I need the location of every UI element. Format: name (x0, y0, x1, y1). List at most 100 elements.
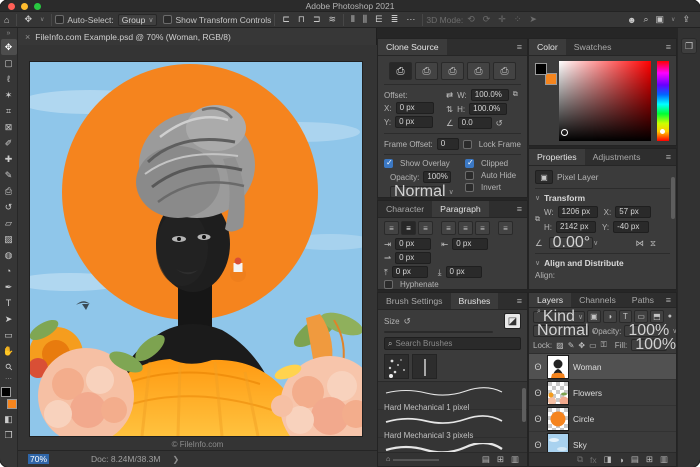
brushes-menu-icon[interactable]: ≡ (517, 293, 527, 309)
offset-x-field[interactable]: 0 px (395, 102, 434, 114)
new-layer-icon[interactable]: ⊞ (646, 454, 653, 465)
layer-filter-toggle-icon[interactable]: ● (668, 313, 672, 320)
account-icon[interactable]: ☻ (627, 15, 636, 25)
left-indent-field[interactable]: 0 px (395, 238, 432, 250)
home-icon[interactable]: ⌂ (0, 15, 13, 25)
brush-list-scrollbar[interactable] (522, 388, 526, 422)
clone-stamp-tool[interactable]: ⎙ (1, 183, 17, 199)
lock-artboard-icon[interactable]: ▭ (589, 341, 597, 350)
reset-transform-icon[interactable]: ↺ (496, 118, 503, 129)
tab-swatches[interactable]: Swatches (566, 39, 620, 55)
brush-tool[interactable]: ✎ (1, 167, 17, 183)
flip-horizontal-icon[interactable]: ⋈ (636, 238, 645, 249)
distribute-vertical-icon[interactable]: ⫼ (359, 14, 371, 25)
justify-all-button[interactable]: ≡ (498, 221, 513, 235)
tab-paths[interactable]: Paths (624, 293, 662, 307)
color-foreground-swatch[interactable] (535, 63, 547, 75)
paragraph-menu-icon[interactable]: ≡ (517, 201, 527, 217)
gradient-tool[interactable]: ▨ (1, 231, 17, 247)
fill-dropdown[interactable]: 100%∨ (631, 336, 676, 353)
screen-mode-button[interactable]: ❒ (1, 427, 17, 443)
path-selection-tool[interactable]: ➤ (1, 311, 17, 327)
transform-h-field[interactable]: 2142 px (556, 221, 596, 233)
pen-tool[interactable]: ✒ (1, 279, 17, 295)
layer-thumbnail-flowers[interactable] (548, 381, 568, 404)
saturation-brightness-square[interactable] (559, 61, 651, 141)
blur-tool[interactable]: ◍ (1, 247, 17, 263)
layer-row-flowers[interactable]: ʘ Flowers (529, 380, 676, 406)
right-indent-field[interactable]: 0 px (452, 238, 489, 250)
offset-y-field[interactable]: 0 px (395, 116, 434, 128)
overlay-blend-dropdown[interactable]: Normal ∨ (390, 183, 454, 197)
thumbnail-size-slider[interactable]: ⌂ (386, 456, 390, 463)
lock-frame-checkbox[interactable] (462, 139, 472, 149)
hue-marker[interactable] (660, 129, 665, 134)
brush-tip-thumbnail-2[interactable] (412, 354, 437, 379)
w-field[interactable]: 100.0% (470, 89, 509, 101)
layer-thumbnail-woman[interactable] (548, 355, 568, 378)
first-line-indent-field[interactable]: 0 px (395, 252, 432, 264)
color-cursor[interactable] (561, 129, 568, 136)
document-tab[interactable]: × FileInfo.com Example.psd @ 70% (Woman,… (18, 28, 377, 45)
brush-item[interactable]: Hard Mechanical 1 pixel (378, 382, 527, 412)
tab-color[interactable]: Color (529, 39, 566, 55)
delete-brush-icon[interactable]: ▥ (511, 454, 519, 465)
lock-position-icon[interactable]: ✥ (578, 341, 585, 350)
move-tool-icon[interactable]: ✥ (20, 14, 36, 25)
type-tool[interactable]: T (1, 295, 17, 311)
clone-source-3-button[interactable]: ⎙ (441, 62, 464, 80)
libraries-panel-icon[interactable]: ❐ (681, 38, 697, 54)
lock-all-icon[interactable]: ⚿ (601, 340, 607, 350)
tab-character[interactable]: Character (378, 201, 432, 217)
align-left-edges-icon[interactable]: ⊏ (278, 14, 294, 25)
clone-source-2-button[interactable]: ⎙ (415, 62, 438, 80)
pasteboard[interactable]: © FileInfo.com (15, 45, 380, 456)
distribute-heights-icon[interactable]: ≣ (387, 14, 403, 25)
layer-row-circle[interactable]: ʘ Circle (529, 406, 676, 432)
brush-item[interactable]: Hard Mechanical 3 pixels (378, 410, 527, 440)
crop-tool[interactable]: ⌗ (1, 103, 17, 119)
maintain-aspect-icon[interactable]: ⧉ (513, 91, 518, 99)
clone-source-4-button[interactable]: ⎙ (467, 62, 490, 80)
marquee-tool[interactable]: ▢ (1, 55, 17, 71)
filter-adjustment-layers-button[interactable]: ◑ (602, 310, 617, 323)
layer-thumbnail-circle[interactable] (548, 407, 568, 430)
move-tool-chevron-icon[interactable]: ∨ (36, 16, 48, 23)
color-swatches[interactable] (0, 387, 17, 409)
tab-layers[interactable]: Layers (529, 293, 572, 307)
history-brush-tool[interactable]: ↺ (1, 199, 17, 215)
clone-source-menu-icon[interactable]: ≡ (517, 39, 527, 55)
foreground-color-swatch[interactable] (0, 387, 11, 397)
status-options-chevron-icon[interactable]: ❯ (172, 455, 179, 464)
hyphenate-checkbox[interactable] (384, 280, 393, 289)
brush-tip-thumbnail-1[interactable] (384, 354, 409, 379)
clipped-checkbox[interactable] (465, 158, 474, 168)
eraser-tool[interactable]: ▱ (1, 215, 17, 231)
frame-tool[interactable]: ⊠ (1, 119, 17, 135)
tab-adjustments[interactable]: Adjustments (585, 149, 649, 165)
tab-brushes[interactable]: Brushes (450, 293, 499, 309)
layers-menu-icon[interactable]: ≡ (666, 293, 676, 307)
space-after-field[interactable]: 0 px (445, 266, 482, 278)
auto-select-target-dropdown[interactable]: Group ∨ (117, 13, 158, 26)
invert-checkbox[interactable] (465, 183, 474, 192)
new-brush-icon[interactable]: ⊞ (497, 454, 504, 465)
align-text-right-button[interactable]: ≡ (418, 221, 433, 235)
align-text-left-button[interactable]: ≡ (384, 221, 399, 235)
workspace-chevron-icon[interactable]: ∨ (671, 16, 675, 23)
lock-paint-icon[interactable]: ✎ (568, 341, 575, 350)
show-transform-controls-checkbox[interactable] (163, 15, 173, 24)
brush-search-box[interactable]: ⌕ (384, 337, 521, 350)
lock-transparent-icon[interactable]: ▨ (556, 341, 564, 350)
transform-w-field[interactable]: 1206 px (557, 206, 598, 218)
show-overlay-checkbox[interactable] (384, 158, 393, 168)
hue-strip[interactable] (657, 61, 669, 141)
justify-last-center-button[interactable]: ≡ (458, 221, 473, 235)
delete-layer-icon[interactable]: ▥ (660, 454, 668, 465)
toggle-brush-settings-button[interactable]: ◪ (504, 313, 521, 329)
visibility-eye-icon[interactable]: ʘ (533, 414, 543, 424)
search-icon[interactable]: ⌕ (643, 14, 648, 25)
canvas-artwork[interactable] (15, 62, 380, 456)
tab-clone-source[interactable]: Clone Source (378, 39, 447, 55)
background-color-swatch[interactable] (6, 399, 17, 409)
